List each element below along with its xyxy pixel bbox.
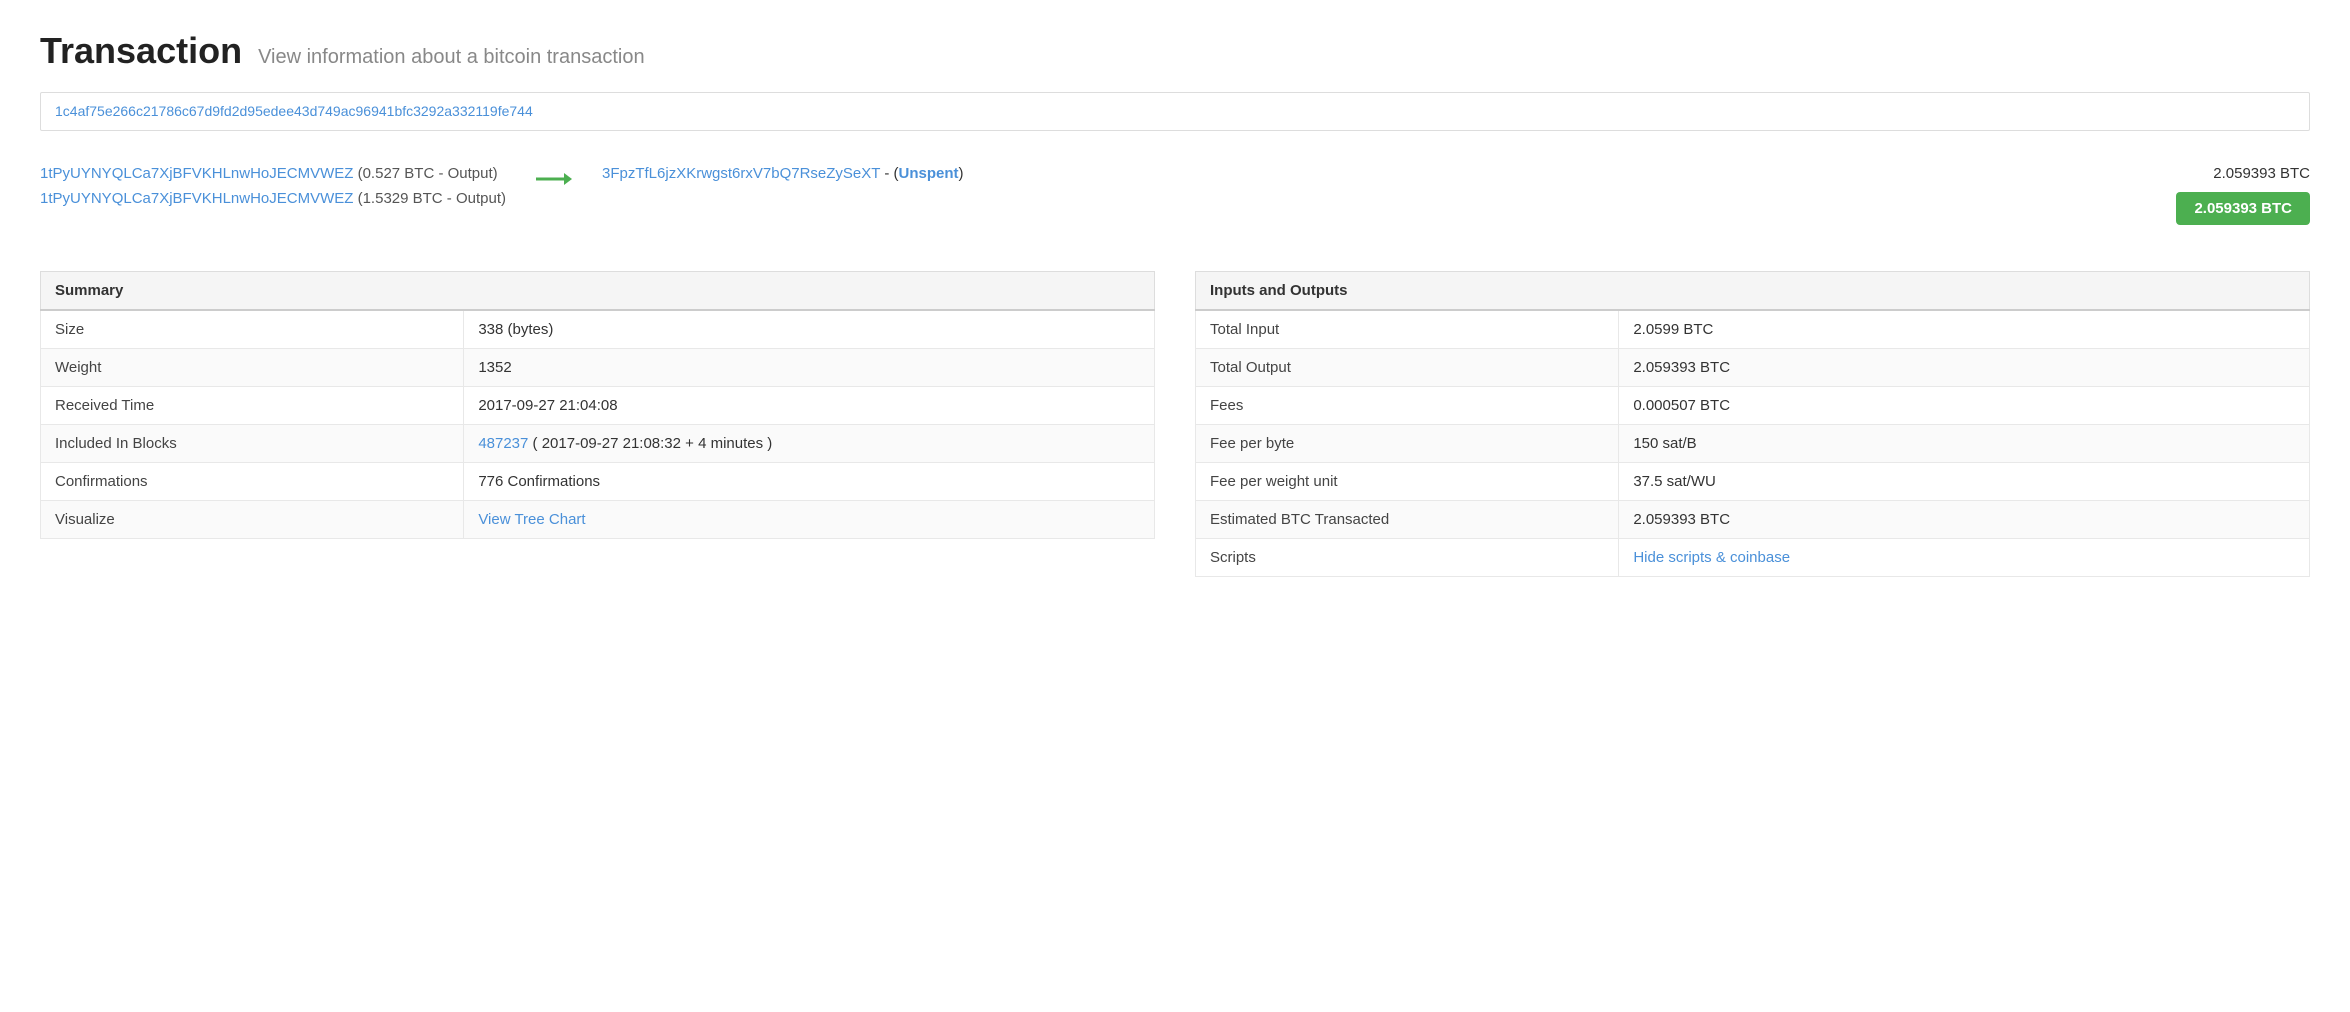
io-section: 1tPyUYNYQLCa7XjBFVKHLnwHoJECMVWEZ (0.527… bbox=[40, 155, 2310, 235]
output-address-group: 3FpzTfL6jzXKrwgst6rxV7bQ7RseZySeXT - (Un… bbox=[602, 165, 964, 182]
summary-value-cell: 1352 bbox=[464, 349, 1155, 387]
summary-label: Visualize bbox=[41, 501, 464, 539]
io-value-cell: 2.0599 BTC bbox=[1619, 310, 2310, 349]
summary-label: Size bbox=[41, 310, 464, 349]
io-value: 37.5 sat/WU bbox=[1633, 473, 1716, 490]
summary-label: Received Time bbox=[41, 387, 464, 425]
output-separator: - ( bbox=[884, 165, 898, 182]
arrow-icon bbox=[536, 169, 572, 189]
table-row: Visualize View Tree Chart bbox=[41, 501, 1155, 539]
summary-label: Weight bbox=[41, 349, 464, 387]
output-amount: 2.059393 BTC bbox=[2213, 165, 2310, 182]
io-value: 150 sat/B bbox=[1633, 435, 1696, 452]
inputs-outputs-table: Inputs and Outputs Total Input 2.0599 BT… bbox=[1195, 271, 2310, 577]
io-label: Fee per weight unit bbox=[1196, 463, 1619, 501]
io-value-cell: Hide scripts & coinbase bbox=[1619, 539, 2310, 577]
table-row: Confirmations 776 Confirmations bbox=[41, 463, 1155, 501]
input-amount: (0.527 BTC - Output) bbox=[358, 165, 498, 182]
hide-scripts-link[interactable]: Hide scripts & coinbase bbox=[1633, 549, 1790, 566]
table-row: Total Output 2.059393 BTC bbox=[1196, 349, 2310, 387]
table-row: Estimated BTC Transacted 2.059393 BTC bbox=[1196, 501, 2310, 539]
unspent-badge: Unspent bbox=[899, 165, 959, 182]
tx-id-link[interactable]: 1c4af75e266c21786c67d9fd2d95edee43d749ac… bbox=[55, 103, 533, 119]
io-value: 2.059393 BTC bbox=[1633, 511, 1730, 528]
io-label: Total Output bbox=[1196, 349, 1619, 387]
io-inputs: 1tPyUYNYQLCa7XjBFVKHLnwHoJECMVWEZ (0.527… bbox=[40, 165, 506, 211]
io-value-cell: 37.5 sat/WU bbox=[1619, 463, 2310, 501]
tables-row: Summary Size 338 (bytes) Weight 1352 Rec… bbox=[40, 271, 2310, 577]
io-label: Fee per byte bbox=[1196, 425, 1619, 463]
io-value-cell: 2.059393 BTC bbox=[1619, 349, 2310, 387]
io-outputs: 3FpzTfL6jzXKrwgst6rxV7bQ7RseZySeXT - (Un… bbox=[602, 165, 2310, 225]
view-tree-chart-link[interactable]: View Tree Chart bbox=[478, 511, 585, 528]
io-input-row: 1tPyUYNYQLCa7XjBFVKHLnwHoJECMVWEZ (1.532… bbox=[40, 190, 506, 207]
input-amount: (1.5329 BTC - Output) bbox=[358, 190, 506, 207]
input-address-link[interactable]: 1tPyUYNYQLCa7XjBFVKHLnwHoJECMVWEZ bbox=[40, 190, 353, 207]
table-row: Weight 1352 bbox=[41, 349, 1155, 387]
output-address-link[interactable]: 3FpzTfL6jzXKrwgst6rxV7bQ7RseZySeXT bbox=[602, 165, 880, 182]
io-output-row: 3FpzTfL6jzXKrwgst6rxV7bQ7RseZySeXT - (Un… bbox=[602, 165, 2310, 182]
table-row: Scripts Hide scripts & coinbase bbox=[1196, 539, 2310, 577]
io-value: 0.000507 BTC bbox=[1633, 397, 1730, 414]
page-header: Transaction View information about a bit… bbox=[40, 30, 2310, 72]
table-row: Fee per weight unit 37.5 sat/WU bbox=[1196, 463, 2310, 501]
summary-value-cell: 776 Confirmations bbox=[464, 463, 1155, 501]
summary-value: 2017-09-27 21:04:08 bbox=[478, 397, 617, 414]
io-value: 2.059393 BTC bbox=[1633, 359, 1730, 376]
io-value-cell: 0.000507 BTC bbox=[1619, 387, 2310, 425]
output-paren: ) bbox=[959, 165, 964, 182]
table-row: Included In Blocks 487237 ( 2017-09-27 2… bbox=[41, 425, 1155, 463]
summary-section: Summary Size 338 (bytes) Weight 1352 Rec… bbox=[40, 271, 1155, 577]
summary-value-cell: 338 (bytes) bbox=[464, 310, 1155, 349]
summary-value-cell: 2017-09-27 21:04:08 bbox=[464, 387, 1155, 425]
summary-table: Summary Size 338 (bytes) Weight 1352 Rec… bbox=[40, 271, 1155, 539]
table-row: Received Time 2017-09-27 21:04:08 bbox=[41, 387, 1155, 425]
inputs-outputs-section: Inputs and Outputs Total Input 2.0599 BT… bbox=[1195, 271, 2310, 577]
io-value: 2.0599 BTC bbox=[1633, 321, 1713, 338]
page-title: Transaction bbox=[40, 30, 242, 72]
summary-label: Confirmations bbox=[41, 463, 464, 501]
page-subtitle: View information about a bitcoin transac… bbox=[258, 46, 645, 69]
io-arrow bbox=[536, 165, 572, 189]
io-label: Estimated BTC Transacted bbox=[1196, 501, 1619, 539]
io-label: Total Input bbox=[1196, 310, 1619, 349]
tx-id-bar: 1c4af75e266c21786c67d9fd2d95edee43d749ac… bbox=[40, 92, 2310, 131]
summary-value-cell: 487237 ( 2017-09-27 21:08:32 + 4 minutes… bbox=[464, 425, 1155, 463]
table-row: Fee per byte 150 sat/B bbox=[1196, 425, 2310, 463]
io-label: Fees bbox=[1196, 387, 1619, 425]
io-value-cell: 150 sat/B bbox=[1619, 425, 2310, 463]
output-total-badge: 2.059393 BTC bbox=[2176, 192, 2310, 225]
inputs-outputs-heading: Inputs and Outputs bbox=[1196, 272, 2310, 311]
summary-label: Included In Blocks bbox=[41, 425, 464, 463]
table-row: Size 338 (bytes) bbox=[41, 310, 1155, 349]
io-label: Scripts bbox=[1196, 539, 1619, 577]
summary-value: 338 (bytes) bbox=[478, 321, 553, 338]
output-total-row: 2.059393 BTC bbox=[602, 192, 2310, 225]
summary-value: 1352 bbox=[478, 359, 511, 376]
table-row: Fees 0.000507 BTC bbox=[1196, 387, 2310, 425]
io-value-cell: 2.059393 BTC bbox=[1619, 501, 2310, 539]
block-detail: ( 2017-09-27 21:08:32 + 4 minutes ) bbox=[528, 435, 772, 452]
summary-value: 776 Confirmations bbox=[478, 473, 600, 490]
summary-value-cell: View Tree Chart bbox=[464, 501, 1155, 539]
table-row: Total Input 2.0599 BTC bbox=[1196, 310, 2310, 349]
input-address-link[interactable]: 1tPyUYNYQLCa7XjBFVKHLnwHoJECMVWEZ bbox=[40, 165, 353, 182]
io-input-row: 1tPyUYNYQLCa7XjBFVKHLnwHoJECMVWEZ (0.527… bbox=[40, 165, 506, 182]
block-link[interactable]: 487237 bbox=[478, 435, 528, 452]
summary-heading: Summary bbox=[41, 272, 1155, 311]
